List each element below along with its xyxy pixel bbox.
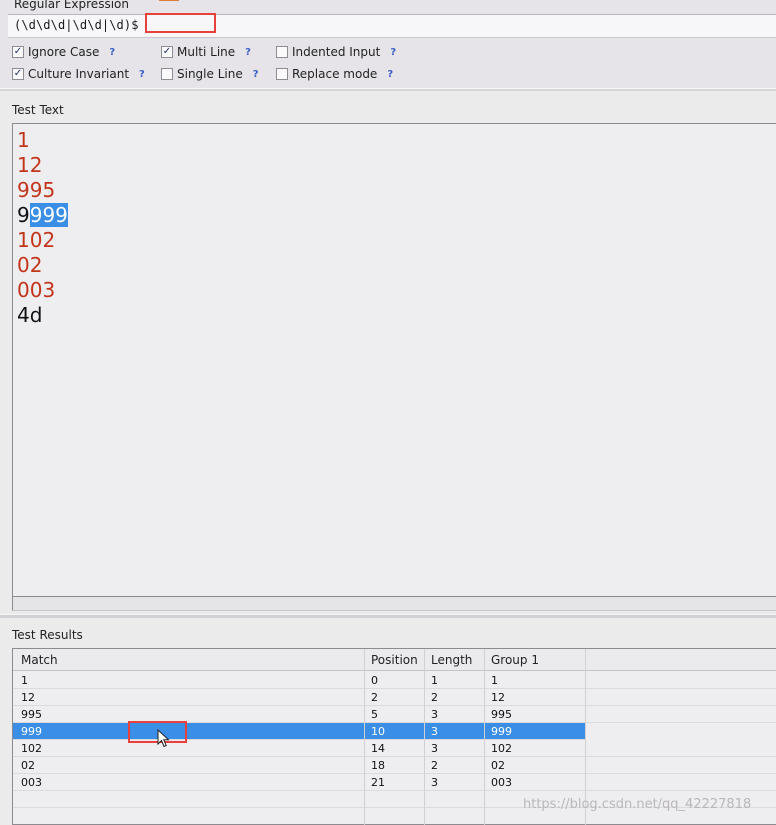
- replace-mode-checkbox[interactable]: [276, 68, 288, 80]
- table-row[interactable]: 003 21 3 003: [13, 774, 776, 791]
- cell-group-1: 995: [491, 708, 512, 721]
- matched-text: 102: [17, 228, 56, 252]
- culture-invariant-checkbox[interactable]: ✓: [12, 68, 24, 80]
- cell-position: 2: [371, 691, 378, 704]
- unmatched-text: 4d: [17, 303, 43, 327]
- cell-group-1: 1: [491, 674, 498, 687]
- cell-match: 12: [21, 691, 35, 704]
- cell-position: 5: [371, 708, 378, 721]
- option-replace-mode[interactable]: Replace mode ?: [276, 66, 393, 82]
- test-results-title: Test Results: [12, 628, 83, 642]
- table-row[interactable]: 02 18 2 02: [13, 757, 776, 774]
- matched-text: 02: [17, 253, 43, 277]
- text-line: 02: [17, 253, 776, 278]
- option-ignore-case[interactable]: ✓ Ignore Case ?: [12, 44, 115, 60]
- matched-text: 1: [17, 128, 30, 152]
- text-line: 1: [17, 128, 776, 153]
- multi-line-checkbox[interactable]: ✓: [161, 46, 173, 58]
- text-line: 995: [17, 178, 776, 203]
- horizontal-scrollbar[interactable]: [12, 597, 776, 611]
- replace-mode-help-icon[interactable]: ?: [387, 69, 393, 80]
- cell-group-1: 12: [491, 691, 505, 704]
- matched-text: 003: [17, 278, 56, 302]
- cell-length: 3: [431, 708, 438, 721]
- cell-match: 003: [21, 776, 42, 789]
- cell-length: 1: [431, 674, 438, 687]
- regex-panel: Regular Expression (\d\d\d|\d\d|\d)$ ✓ I…: [0, 0, 776, 88]
- watermark-text: https://blog.csdn.net/qq_42227818: [523, 797, 752, 812]
- column-header-group-1[interactable]: Group 1: [491, 653, 539, 667]
- option-multi-line[interactable]: ✓ Multi Line ?: [161, 44, 251, 60]
- culture-invariant-label: Culture Invariant: [28, 67, 130, 81]
- regex-panel-title: Regular Expression: [14, 0, 129, 11]
- column-header-match[interactable]: Match: [21, 653, 58, 667]
- multi-line-help-icon[interactable]: ?: [245, 47, 251, 58]
- cell-length: 3: [431, 776, 438, 789]
- single-line-help-icon[interactable]: ?: [253, 69, 259, 80]
- culture-invariant-help-icon[interactable]: ?: [139, 69, 145, 80]
- column-header-position[interactable]: Position: [371, 653, 418, 667]
- test-text-title: Test Text: [12, 103, 64, 117]
- regex-pattern-text: (\d\d\d|\d\d|\d)$: [14, 18, 139, 32]
- single-line-label: Single Line: [177, 67, 243, 81]
- cell-length: 3: [431, 725, 438, 738]
- cell-match: 999: [21, 725, 42, 738]
- option-single-line[interactable]: Single Line ?: [161, 66, 259, 82]
- cell-match: 02: [21, 759, 35, 772]
- table-row[interactable]: 12 2 2 12: [13, 689, 776, 706]
- cell-match: 995: [21, 708, 42, 721]
- cell-match: 1: [21, 674, 28, 687]
- indented-input-help-icon[interactable]: ?: [390, 47, 396, 58]
- title-accent: [159, 0, 179, 1]
- text-line: 102: [17, 228, 776, 253]
- ignore-case-checkbox[interactable]: ✓: [12, 46, 24, 58]
- ignore-case-help-icon[interactable]: ?: [109, 47, 115, 58]
- cell-match: 102: [21, 742, 42, 755]
- single-line-checkbox[interactable]: [161, 68, 173, 80]
- cell-length: 3: [431, 742, 438, 755]
- mouse-pointer-icon: [157, 729, 170, 748]
- cell-position: 14: [371, 742, 385, 755]
- column-header-length[interactable]: Length: [431, 653, 472, 667]
- text-line: 9999: [17, 203, 776, 228]
- multi-line-label: Multi Line: [177, 45, 236, 59]
- annotation-highlight-box: [145, 13, 216, 33]
- indented-input-checkbox[interactable]: [276, 46, 288, 58]
- table-row-selected[interactable]: 999 10 3 999: [13, 723, 585, 740]
- text-line: 003: [17, 278, 776, 303]
- panel-splitter[interactable]: [0, 88, 776, 91]
- cell-group-1: 999: [491, 725, 512, 738]
- indented-input-label: Indented Input: [292, 45, 381, 59]
- table-row[interactable]: 1 0 1 1: [13, 672, 776, 689]
- text-line: 4d: [17, 303, 776, 328]
- column-divider[interactable]: [484, 649, 485, 825]
- regex-input[interactable]: (\d\d\d|\d\d|\d)$: [8, 14, 776, 38]
- cell-group-1: 003: [491, 776, 512, 789]
- text-line: 12: [17, 153, 776, 178]
- column-divider[interactable]: [424, 649, 425, 825]
- replace-mode-label: Replace mode: [292, 67, 378, 81]
- table-header: Match Position Length Group 1: [13, 649, 776, 671]
- selected-match-text: 999: [29, 203, 68, 227]
- cell-position: 0: [371, 674, 378, 687]
- cell-group-1: 102: [491, 742, 512, 755]
- cell-position: 21: [371, 776, 385, 789]
- option-indented-input[interactable]: Indented Input ?: [276, 44, 396, 60]
- test-text-area[interactable]: 1 12 995 9999 102 02 003 4d: [12, 123, 776, 597]
- matched-text: 12: [17, 153, 43, 177]
- cell-length: 2: [431, 691, 438, 704]
- column-divider[interactable]: [364, 649, 365, 825]
- matched-text: 995: [17, 178, 56, 202]
- cell-length: 2: [431, 759, 438, 772]
- cell-group-1: 02: [491, 759, 505, 772]
- ignore-case-label: Ignore Case: [28, 45, 100, 59]
- panel-splitter[interactable]: [0, 614, 776, 618]
- cell-position: 10: [371, 725, 385, 738]
- option-culture-invariant[interactable]: ✓ Culture Invariant ?: [12, 66, 145, 82]
- unmatched-text: 9: [17, 203, 30, 227]
- cell-position: 18: [371, 759, 385, 772]
